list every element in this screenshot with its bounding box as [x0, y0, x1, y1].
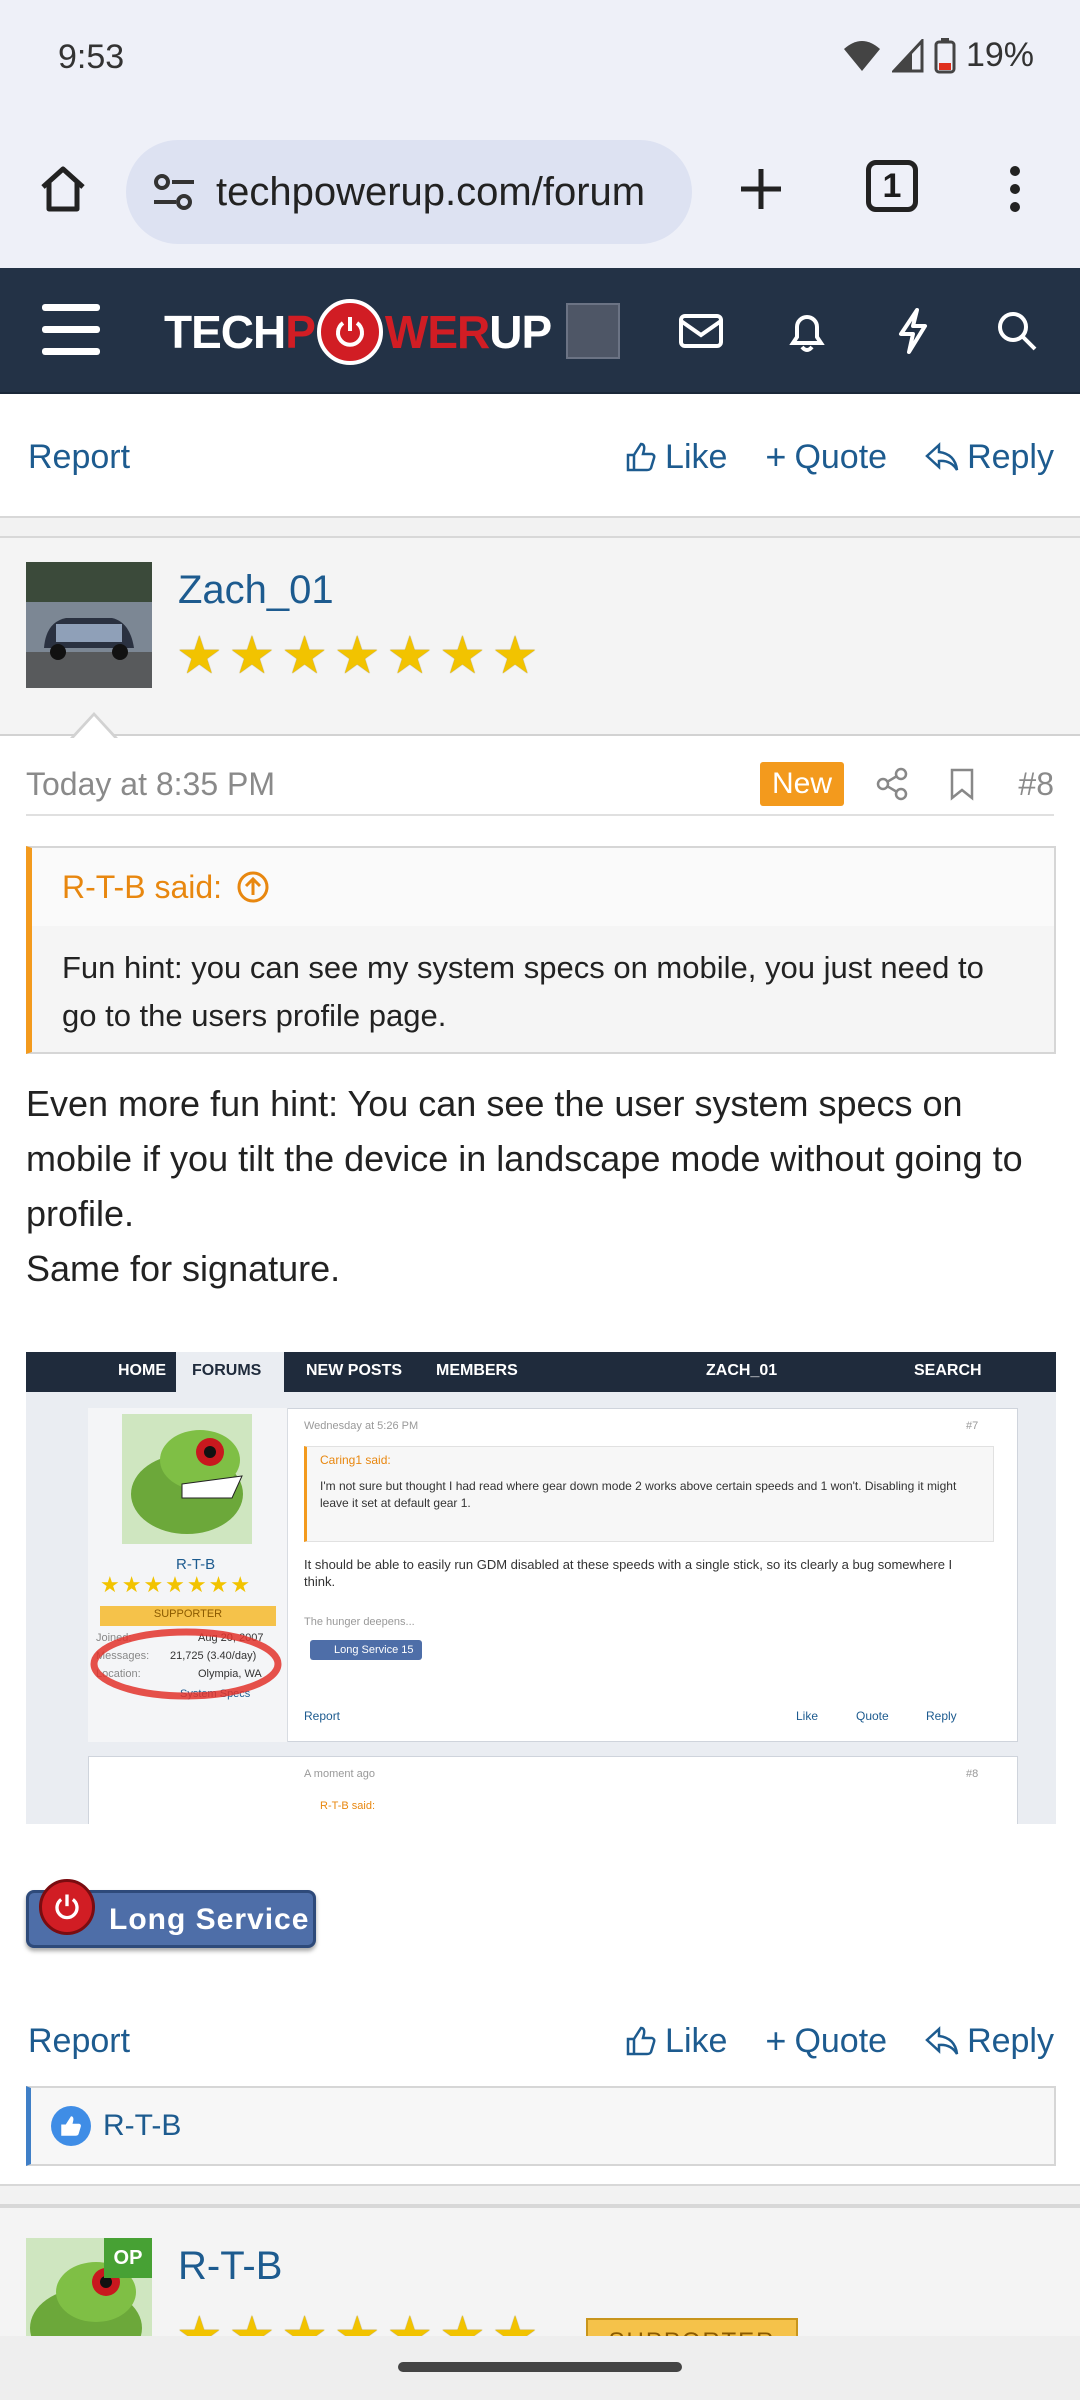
star-icon: ★: [333, 627, 381, 685]
home-gesture-pill[interactable]: [398, 2362, 682, 2372]
power-icon: [316, 299, 383, 365]
site-settings-icon[interactable]: [146, 164, 202, 220]
status-icons: 19%: [842, 36, 1034, 75]
prev-post-actions: Report Like + Quote Reply: [0, 410, 1080, 510]
battery-percent: 19%: [965, 36, 1034, 74]
post-separator: [0, 516, 1080, 538]
power-icon: [39, 1879, 95, 1935]
gesture-nav-bar: [0, 2336, 1080, 2400]
reply-button[interactable]: Reply: [925, 2020, 1054, 2062]
star-icon: ★: [491, 627, 539, 685]
reply-button[interactable]: Reply: [925, 436, 1054, 478]
red-circle-annotation: [90, 1628, 282, 1700]
user-avatar-small[interactable]: [566, 303, 620, 359]
reactions-bar[interactable]: R-T-B: [26, 2086, 1056, 2166]
post-separator: [0, 2184, 1080, 2206]
quote-button[interactable]: + Quote: [765, 2020, 887, 2062]
quote-author[interactable]: R-T-B said:: [62, 869, 222, 906]
home-icon: [41, 166, 85, 212]
quote-block: R-T-B said: Fun hint: you can see my sys…: [26, 846, 1056, 1054]
status-bar: 9:53 19%: [0, 0, 1080, 120]
plus-icon: [741, 169, 781, 209]
reply-icon: [925, 442, 959, 471]
new-tab-button[interactable]: [728, 156, 794, 222]
reaction-user[interactable]: R-T-B: [103, 2109, 181, 2143]
site-logo[interactable]: TECH P WER UP: [164, 294, 552, 370]
home-button[interactable]: [30, 156, 96, 222]
browser-toolbar: techpowerup.com/forum 1: [0, 120, 1080, 268]
post-user-header: Zach_01 ★ ★ ★ ★ ★ ★ ★: [0, 538, 1080, 736]
op-badge: OP: [104, 2238, 152, 2278]
post-meta: Today at 8:35 PM New #8: [26, 756, 1054, 816]
attached-screenshot[interactable]: HOME FORUMS NEW POSTS MEMBERS ZACH_01 SE…: [26, 1352, 1056, 1824]
star-icon: ★: [176, 2307, 223, 2336]
share-icon[interactable]: [872, 764, 912, 804]
quote-button[interactable]: + Quote: [765, 436, 887, 478]
report-link[interactable]: Report: [28, 2022, 130, 2061]
star-icon: ★: [228, 627, 276, 685]
next-post-user-header: OP R-T-B ★★★★★★★ SUPPORTER: [0, 2206, 1080, 2336]
post-body: Even more fun hint: You can see the user…: [26, 1076, 1066, 1296]
wifi-icon: [843, 40, 880, 71]
username[interactable]: Zach_01: [178, 568, 334, 613]
inbox-icon[interactable]: [674, 304, 728, 358]
reply-icon: [925, 2026, 959, 2055]
avatar[interactable]: [26, 562, 152, 688]
address-bar[interactable]: techpowerup.com/forum: [126, 140, 692, 244]
site-navbar: TECH P WER UP: [0, 268, 1080, 394]
plus-icon: +: [765, 2020, 787, 2061]
user-rank-stars: ★ ★ ★ ★ ★ ★ ★: [176, 2310, 538, 2336]
star-icon: ★: [176, 627, 223, 685]
supporter-badge: SUPPORTER: [586, 2318, 798, 2336]
browser-menu-button[interactable]: [990, 156, 1040, 222]
new-badge: New: [760, 762, 845, 806]
post-date[interactable]: Today at 8:35 PM: [26, 766, 275, 803]
plus-icon: +: [765, 436, 787, 477]
user-rank-stars: ★ ★ ★ ★ ★ ★ ★: [176, 630, 538, 682]
like-button[interactable]: Like: [625, 436, 727, 478]
post-body-line: Same for signature.: [26, 1248, 341, 1289]
more-vert-icon: [1010, 166, 1020, 212]
lightning-icon[interactable]: [886, 304, 940, 358]
star-icon: ★: [228, 2307, 276, 2336]
hamburger-menu-icon[interactable]: [42, 304, 100, 358]
quote-header[interactable]: R-T-B said:: [32, 848, 1054, 926]
signal-icon: [891, 38, 924, 72]
battery-icon: [934, 37, 956, 73]
long-service-badge: Long Service: [26, 1879, 316, 1948]
thumbs-up-icon: [626, 2026, 656, 2056]
tab-switcher-button[interactable]: 1: [866, 160, 918, 212]
star-icon: ★: [386, 2307, 434, 2336]
status-time: 9:53: [58, 38, 125, 76]
thumbs-up-icon: [626, 442, 656, 472]
star-icon: ★: [386, 627, 434, 685]
username[interactable]: R-T-B: [178, 2244, 282, 2289]
star-icon: ★: [439, 627, 486, 685]
star-icon: ★: [439, 2307, 486, 2336]
like-button[interactable]: Like: [625, 2020, 727, 2062]
quote-text: Fun hint: you can see my system specs on…: [62, 950, 984, 1033]
post-actions: Report Like + Quote Reply: [0, 1994, 1080, 2094]
star-icon: ★: [281, 627, 328, 685]
arrow-up-circle-icon[interactable]: [236, 870, 270, 904]
post-body-line: Even more fun hint: You can see the user…: [26, 1083, 1023, 1234]
star-icon: ★: [281, 2307, 328, 2336]
url-text: techpowerup.com/forum: [216, 169, 646, 214]
bookmark-icon[interactable]: [942, 764, 982, 804]
star-icon: ★: [333, 2307, 381, 2336]
search-icon[interactable]: [990, 304, 1044, 358]
like-reaction-icon: [51, 2106, 91, 2146]
report-link[interactable]: Report: [28, 438, 130, 477]
bell-icon[interactable]: [780, 304, 834, 358]
star-icon: ★: [491, 2307, 539, 2336]
post-number[interactable]: #8: [1018, 766, 1054, 803]
